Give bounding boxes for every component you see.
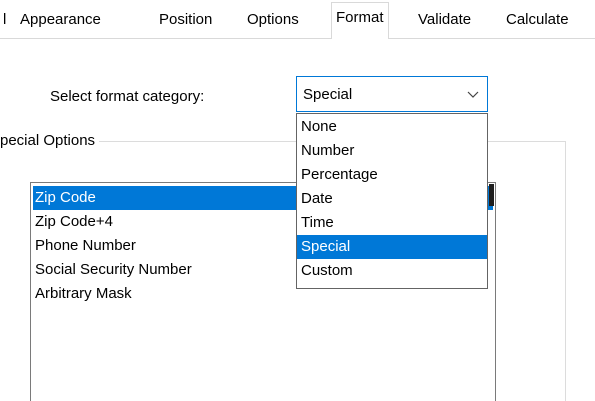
- list-item-phone-number[interactable]: Phone Number: [33, 234, 136, 258]
- dropdown-option-date[interactable]: Date: [297, 187, 487, 211]
- format-category-value: Special: [303, 86, 353, 103]
- list-item-social-security-number[interactable]: Social Security Number: [33, 258, 192, 282]
- tab-position[interactable]: Position: [159, 8, 212, 38]
- tab-validate[interactable]: Validate: [418, 8, 471, 38]
- list-scroll-marker: [489, 184, 494, 206]
- tab-appearance[interactable]: Appearance: [20, 8, 101, 38]
- format-category-dropdown[interactable]: None Number Percentage Date Time Special…: [296, 113, 488, 289]
- tab-calculate[interactable]: Calculate: [506, 8, 569, 38]
- dropdown-option-special[interactable]: Special: [297, 235, 487, 259]
- special-options-legend: pecial Options: [0, 131, 100, 151]
- tab-strip: l Appearance Position Options Format Val…: [0, 0, 595, 40]
- tab-strip-divider: [0, 38, 595, 39]
- dropdown-option-time[interactable]: Time: [297, 211, 487, 235]
- format-category-label: Select format category:: [50, 88, 205, 105]
- list-item-zip-code-4[interactable]: Zip Code+4: [33, 210, 113, 234]
- chevron-down-icon: [467, 91, 479, 98]
- dropdown-option-none[interactable]: None: [297, 115, 487, 139]
- dropdown-option-custom[interactable]: Custom: [297, 259, 487, 283]
- tab-format[interactable]: Format: [331, 2, 389, 39]
- list-item-arbitrary-mask[interactable]: Arbitrary Mask: [33, 282, 132, 306]
- tab-options[interactable]: Options: [247, 8, 299, 38]
- format-category-select[interactable]: Special: [296, 76, 488, 112]
- dropdown-option-number[interactable]: Number: [297, 139, 487, 163]
- dropdown-option-percentage[interactable]: Percentage: [297, 163, 487, 187]
- tab-general[interactable]: l: [3, 8, 6, 38]
